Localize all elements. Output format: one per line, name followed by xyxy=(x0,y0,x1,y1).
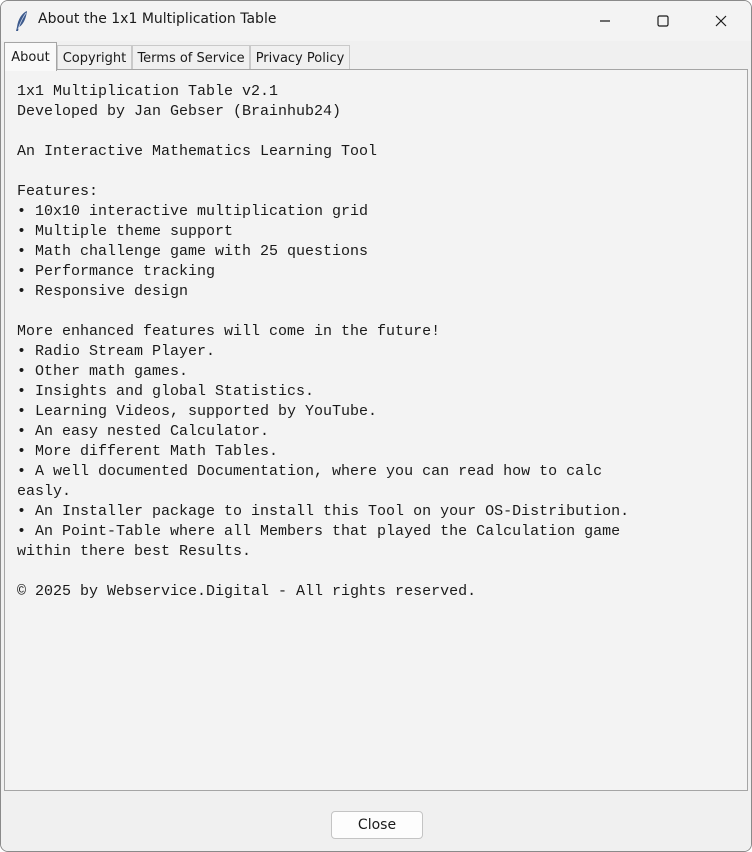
minimize-icon xyxy=(599,12,611,31)
about-text-line: More enhanced features will come in the … xyxy=(17,323,441,340)
feather-icon xyxy=(13,10,31,32)
about-text-line: • 10x10 interactive multiplication grid xyxy=(17,203,369,220)
about-text-line: © 2025 by Webservice.Digital - All right… xyxy=(17,583,477,600)
tab-copyright-label: Copyright xyxy=(62,50,127,66)
about-text-line: • Multiple theme support xyxy=(17,223,234,240)
tab-strip: About Copyright Terms of Service Privacy… xyxy=(1,41,751,71)
about-panel: 1x1 Multiplication Table v2.1 Developed … xyxy=(4,69,748,791)
about-text-line: Developed by Jan Gebser (Brainhub24) xyxy=(17,103,342,120)
about-text-line: • An Point-Table where all Members that … xyxy=(17,523,621,540)
about-text-line: Features: xyxy=(17,183,99,200)
about-text-line: • More different Math Tables. xyxy=(17,443,279,460)
minimize-button[interactable] xyxy=(576,1,634,41)
about-text-line: easly. xyxy=(17,483,72,500)
about-text-line: • A well documented Documentation, where… xyxy=(17,463,603,480)
window-title: About the 1x1 Multiplication Table xyxy=(38,11,277,27)
about-text-line: • Performance tracking xyxy=(17,263,216,280)
tab-terms-of-service-label: Terms of Service xyxy=(137,50,245,66)
close-button-label: Close xyxy=(357,817,397,833)
about-text-line: 1x1 Multiplication Table v2.1 xyxy=(17,83,279,100)
about-text: 1x1 Multiplication Table v2.1 Developed … xyxy=(17,82,629,602)
about-text-line: An Interactive Mathematics Learning Tool xyxy=(17,143,378,160)
tab-privacy-policy[interactable]: Privacy Policy xyxy=(250,45,350,70)
about-text-line: • Responsive design xyxy=(17,283,189,300)
close-window-button[interactable] xyxy=(692,1,750,41)
tab-privacy-policy-label: Privacy Policy xyxy=(255,50,345,66)
close-icon xyxy=(715,12,727,31)
tab-about-label: About xyxy=(11,49,50,65)
about-text-line: • Insights and global Statistics. xyxy=(17,383,315,400)
maximize-button[interactable] xyxy=(634,1,692,41)
about-text-line: within there best Results. xyxy=(17,543,252,560)
about-text-line: • An Installer package to install this T… xyxy=(17,503,630,520)
about-text-line: • Other math games. xyxy=(17,363,189,380)
about-text-line: • An easy nested Calculator. xyxy=(17,423,270,440)
tab-terms-of-service[interactable]: Terms of Service xyxy=(132,45,250,70)
about-dialog-window: About the 1x1 Multiplication Table About… xyxy=(0,0,752,852)
maximize-icon xyxy=(657,12,669,31)
title-bar[interactable]: About the 1x1 Multiplication Table xyxy=(1,1,751,41)
about-text-line: • Learning Videos, supported by YouTube. xyxy=(17,403,378,420)
about-text-line: • Math challenge game with 25 questions xyxy=(17,243,369,260)
tab-copyright[interactable]: Copyright xyxy=(57,45,132,70)
button-bar: Close xyxy=(1,791,751,851)
about-text-line: • Radio Stream Player. xyxy=(17,343,216,360)
tab-about[interactable]: About xyxy=(4,42,57,71)
close-button[interactable]: Close xyxy=(331,811,423,839)
